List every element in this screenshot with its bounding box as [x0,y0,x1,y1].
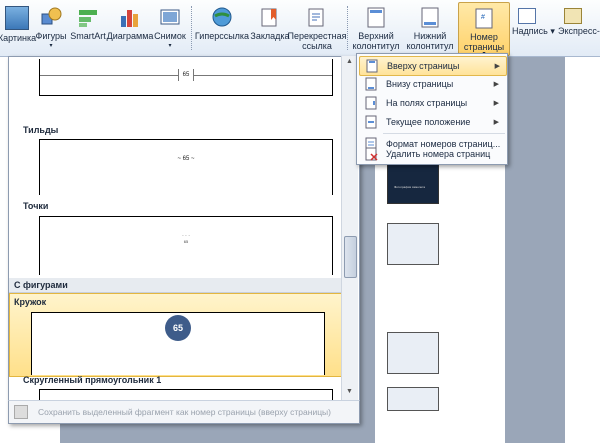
page-number-icon: # [473,7,495,29]
document-image [387,332,439,374]
footer-button[interactable]: Нижний колонтитул ▾ [403,2,457,61]
footer-icon [419,6,441,28]
submenu-arrow-icon: ▶ [493,81,499,88]
gallery-item-highlighted[interactable]: Кружок 65 [9,293,344,377]
menu-item-current-position[interactable]: Текущее положение ▶ [359,113,505,131]
ribbon: Картинка Фигуры ▾ SmartArt Диаграмма Сни… [0,0,600,61]
gallery-item-label: Скругленный прямоугольник 1 [23,375,162,385]
gallery-section-header: С фигурами [9,278,345,293]
menu-item-page-margins[interactable]: На полях страницы ▶ [359,94,505,112]
bookmark-icon [259,6,281,28]
image-caption: Фотография самолета [394,185,426,189]
picture-icon [5,6,29,30]
page-number-sample: 65 [178,69,194,81]
gallery-thumb-dots[interactable]: · · · 65 [39,216,333,275]
cross-reference-icon [306,6,328,28]
gallery-item-label: Тильды [23,125,59,135]
gallery-item-label: Точки [23,201,49,211]
cross-reference-button[interactable]: Перекрестная ссылка [288,2,346,54]
save-selection-label: Сохранить выделенный фрагмент как номер … [38,407,332,417]
gallery-thumb-plain[interactable]: 65 [39,59,333,96]
gallery-thumb-tildes[interactable]: ~ 65 ~ [39,139,333,195]
submenu-arrow-icon: ▶ [493,119,499,126]
current-position-icon [365,115,377,129]
document-image [387,223,439,265]
textbox-icon [518,8,536,24]
scroll-up-icon[interactable]: ▲ [346,58,353,65]
chevron-down-icon: ▾ [168,43,172,49]
menu-item-top-of-page[interactable]: Вверху страницы ▶ [359,56,507,76]
page-top-icon [366,59,378,73]
menu-separator [383,133,505,134]
save-selection-icon [14,405,28,419]
shapes-icon [40,6,62,28]
gallery-item-label: Кружок [14,297,47,307]
menu-item-bottom-of-page[interactable]: Внизу страницы ▶ [359,75,505,93]
quick-parts-icon [564,8,582,24]
page-number-sample: ~ 65 ~ [177,156,195,162]
smartart-icon [77,6,99,28]
chevron-down-icon: ▾ [49,43,53,49]
picture-button[interactable]: Картинка [0,2,36,54]
globe-icon [211,6,233,28]
document-page-right [565,57,600,443]
page-number-sample: 65 [183,239,189,244]
page-number-button[interactable]: # Номер страницы ▾ [458,2,510,57]
hyperlink-button[interactable]: Гиперссылка [194,2,250,54]
gallery-footer[interactable]: Сохранить выделенный фрагмент как номер … [8,400,360,424]
header-icon [365,6,387,28]
page-number-menu: Вверху страницы ▶ Внизу страницы ▶ На по… [356,53,508,165]
page-number-circle: 65 [165,315,191,341]
chart-button[interactable]: Диаграмма [107,2,153,54]
svg-text:#: # [481,14,485,21]
page-number-gallery: 65 Тильды ~ 65 ~ Точки · · · 65 С фигура… [8,56,360,424]
document-image: Фотография самолета [387,162,439,204]
remove-icon [365,147,378,161]
submenu-arrow-icon: ▶ [494,63,500,70]
screenshot-button[interactable]: Снимок ▾ [152,2,188,54]
smartart-button[interactable]: SmartArt [69,2,107,54]
submenu-arrow-icon: ▶ [493,100,499,107]
header-button[interactable]: Верхний колонтитул ▾ [350,2,402,61]
scrollbar-thumb[interactable] [344,236,357,278]
page-bottom-icon [365,77,377,91]
document-image [387,387,439,411]
page-margins-icon [365,96,377,110]
menu-item-remove-page-numbers[interactable]: Удалить номера страниц [359,146,505,162]
ribbon-separator [347,6,348,50]
gallery-thumb-circle: 65 [31,312,325,375]
bookmark-button[interactable]: Закладка [250,2,290,54]
shapes-button[interactable]: Фигуры ▾ [35,2,67,54]
ribbon-separator [191,6,192,50]
chart-icon [119,6,141,28]
screenshot-icon [159,6,181,28]
scroll-down-icon[interactable]: ▼ [346,388,353,395]
